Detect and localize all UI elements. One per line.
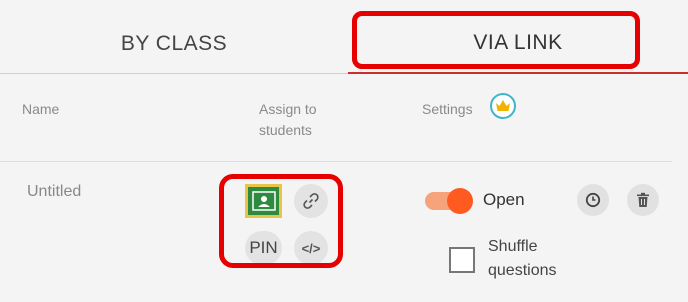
embed-code-button[interactable]: </>	[294, 231, 328, 265]
copy-link-button[interactable]	[294, 184, 328, 218]
assignment-name: Untitled	[27, 183, 82, 200]
link-icon	[303, 193, 319, 209]
tab-via-link[interactable]: VIA LINK	[348, 14, 688, 74]
pin-button[interactable]: PIN	[245, 231, 282, 265]
toggle-knob	[447, 188, 473, 214]
trash-icon	[637, 192, 649, 207]
schedule-button[interactable]	[577, 184, 609, 216]
assign-header-line2: students	[259, 122, 312, 138]
column-header-name: Name	[22, 101, 60, 117]
shuffle-questions-checkbox[interactable]	[449, 247, 475, 273]
clock-icon	[585, 192, 601, 208]
delete-button[interactable]	[627, 184, 659, 216]
assign-panel: BY CLASS VIA LINK Name Assign to student…	[0, 0, 688, 302]
shuffle-label-line1: Shuffle	[488, 238, 538, 255]
tab-by-class[interactable]: BY CLASS	[0, 14, 348, 74]
assign-header-line1: Assign to	[259, 101, 317, 117]
column-header-assign: Assign to students	[259, 99, 317, 141]
google-classroom-button[interactable]	[245, 184, 282, 218]
shuffle-questions-label: Shuffle questions	[488, 235, 588, 283]
crown-icon	[490, 93, 516, 119]
header-divider	[0, 161, 672, 162]
shuffle-label-line2: questions	[488, 262, 557, 279]
google-classroom-icon	[251, 191, 276, 211]
column-header-settings: Settings	[422, 101, 473, 117]
open-toggle[interactable]	[425, 188, 475, 214]
tab-bar: BY CLASS VIA LINK	[0, 0, 688, 74]
open-toggle-label: Open	[483, 190, 525, 209]
